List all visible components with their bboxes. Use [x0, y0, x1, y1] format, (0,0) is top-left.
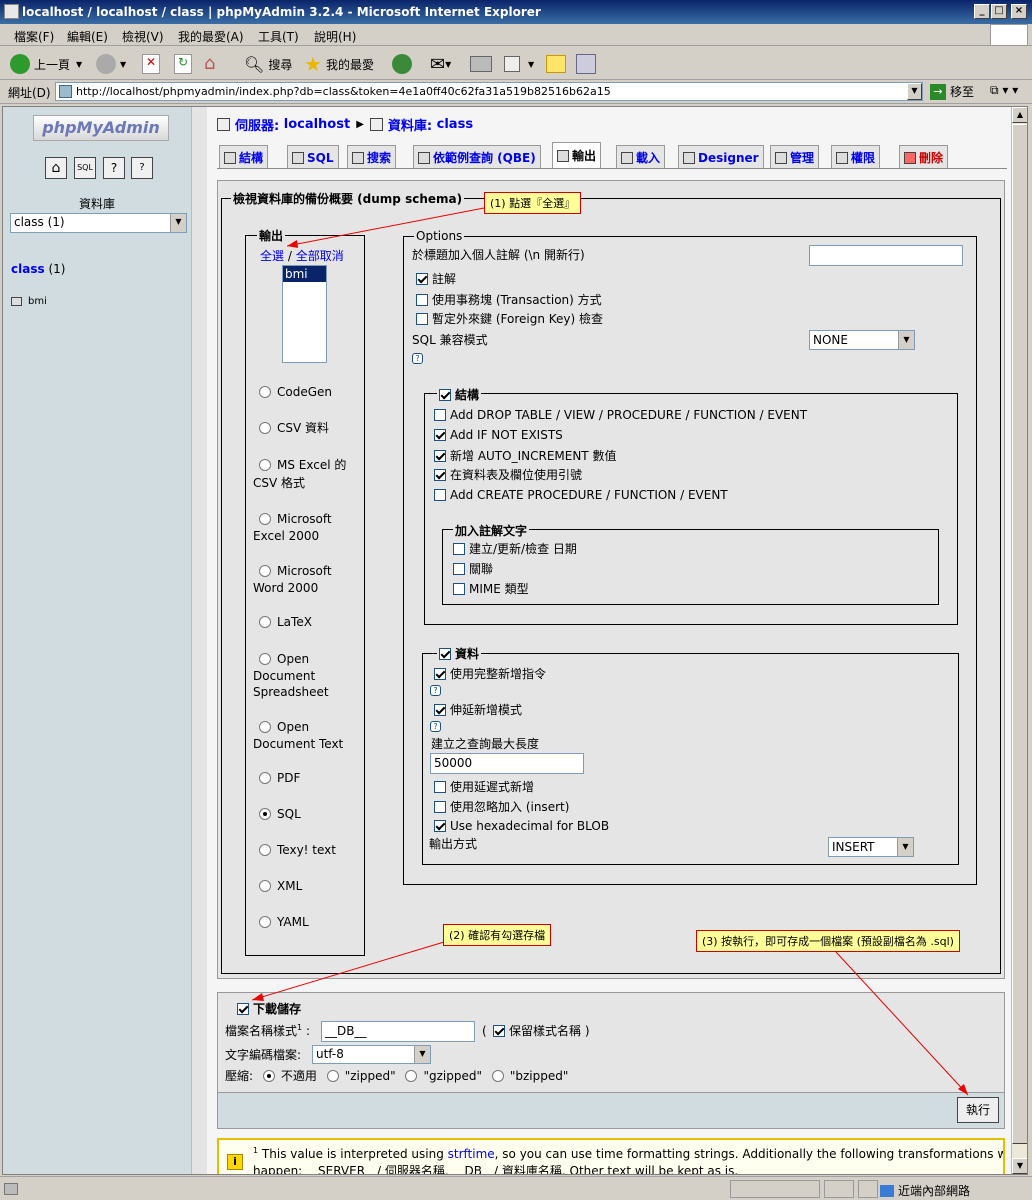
- status-cell: [858, 1180, 878, 1198]
- security-zone: 近端內部網路: [880, 1182, 970, 1199]
- network-icon: [880, 1184, 894, 1197]
- page-status-icon: [4, 1183, 18, 1195]
- callout-arrow-1: [286, 207, 485, 247]
- annotation-arrows: [251, 207, 969, 1096]
- callout-arrowhead-1: [287, 240, 298, 248]
- callout-arrowhead-2: [252, 993, 264, 1001]
- callout-arrow-2: [251, 941, 445, 1001]
- callout-3: (3) 按執行，即可存成一個檔案 (預設副檔名為 .sql): [696, 930, 960, 952]
- status-cell: [824, 1180, 854, 1198]
- callout-2: (2) 確認有勾選存檔: [443, 924, 552, 946]
- callout-arrow-3: [835, 951, 969, 1096]
- status-bar: 近端內部網路: [0, 1176, 1032, 1200]
- status-cell: [730, 1180, 820, 1198]
- callout-1: (1) 點選『全選』: [484, 192, 582, 214]
